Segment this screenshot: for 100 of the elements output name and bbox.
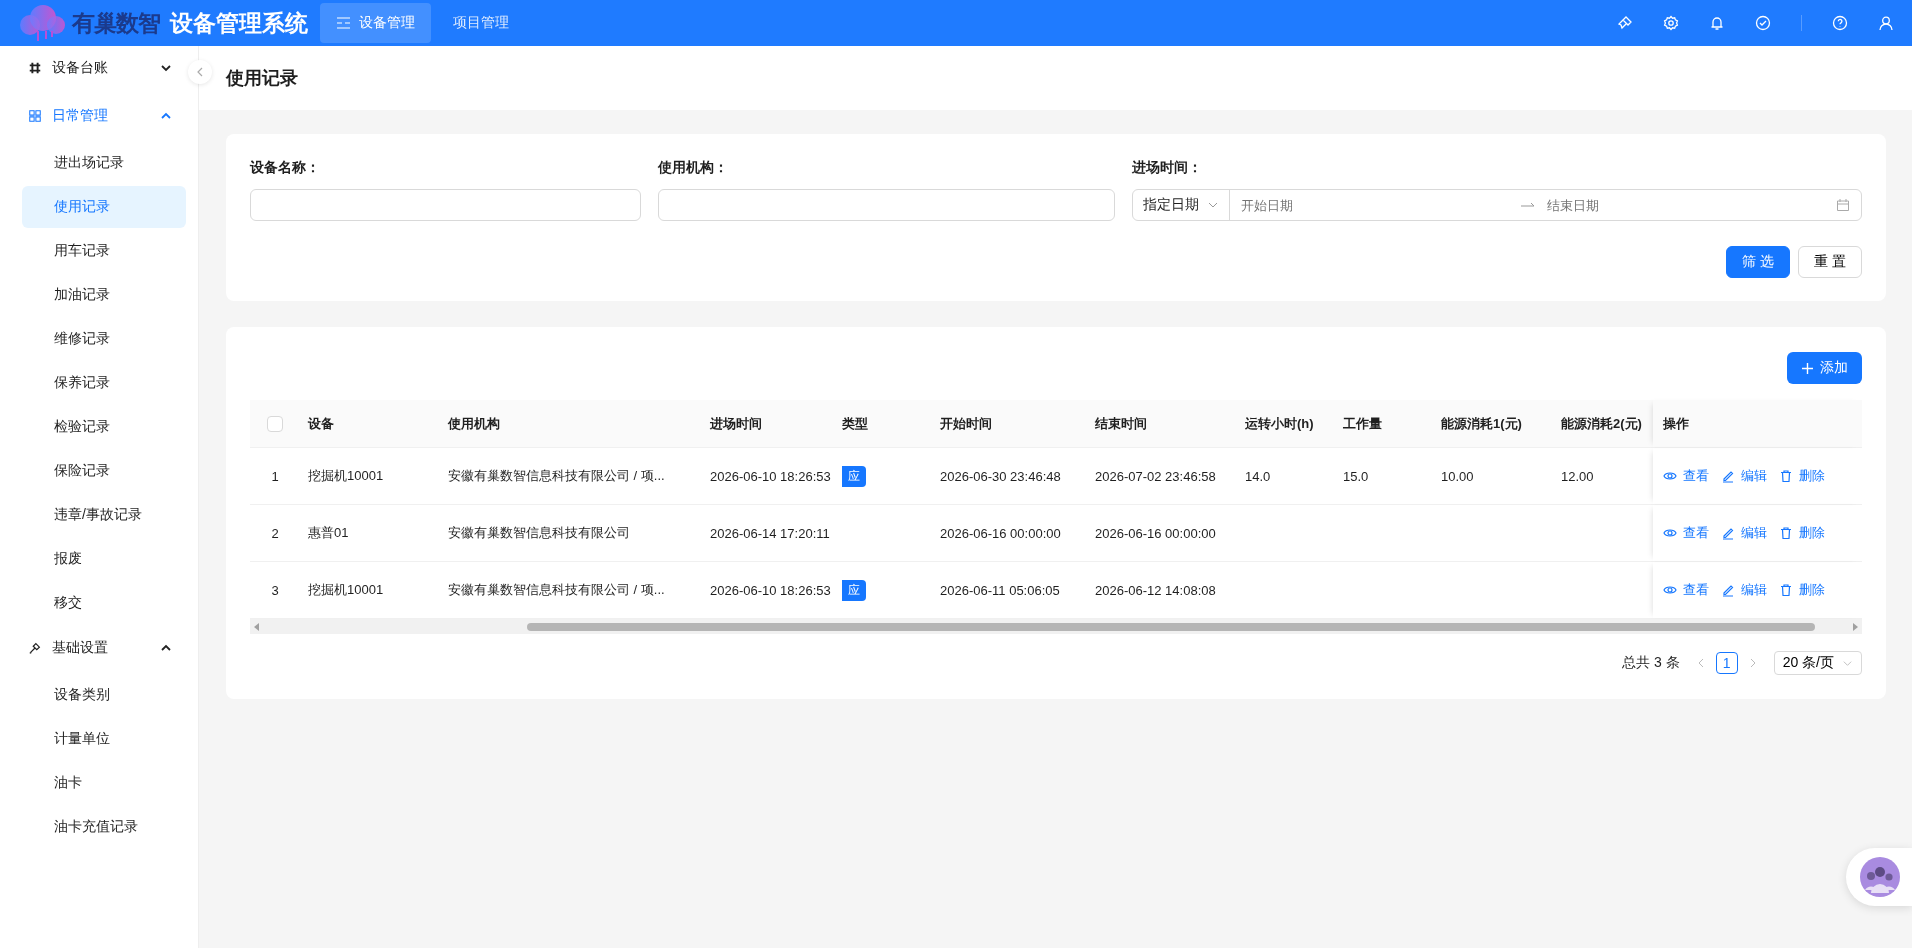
menu-item[interactable]: 保险记录 — [22, 450, 186, 492]
table-cell: 2026-07-02 23:46:58 — [1095, 468, 1216, 484]
field-label: 使用机构： — [657, 159, 729, 177]
filter-button[interactable]: 筛 选 — [1726, 246, 1791, 278]
table-cell: 2026-06-10 18:26:53 — [710, 468, 831, 484]
logo-text: 有巢数智 — [72, 8, 160, 38]
delete-link[interactable]: 删除 — [1779, 581, 1825, 599]
people-icon — [1860, 857, 1900, 897]
edit-link[interactable]: 编辑 — [1721, 581, 1767, 599]
check-circle-icon[interactable] — [1755, 15, 1771, 31]
field-label: 进场时间： — [1132, 159, 1204, 177]
menu-item[interactable]: 检验记录 — [22, 406, 186, 448]
menu-item[interactable]: 计量单位 — [22, 718, 186, 760]
user-icon[interactable] — [1878, 15, 1894, 31]
table-cell: 2026-06-30 23:46:48 — [940, 468, 1061, 484]
table-cell: 2026-06-16 00:00:00 — [940, 525, 1061, 541]
input-field[interactable] — [657, 189, 1116, 221]
trash-icon — [1779, 526, 1793, 540]
table-cell: 安徽有巢数智信息科技有限公司 / 项... — [448, 581, 665, 599]
row-number: 1 — [271, 468, 279, 484]
settings-icon[interactable] — [1663, 15, 1679, 31]
table-cell: 挖掘机10001 — [308, 581, 384, 599]
table-cell: 2026-06-11 05:06:05 — [940, 582, 1060, 598]
page-title: 使用记录 — [226, 67, 298, 90]
menu-item[interactable]: 移交 — [22, 582, 186, 624]
table-cell: 2026-06-10 18:26:53 — [710, 582, 831, 598]
type-tag: 应 — [842, 579, 866, 601]
column-header: 开始时间 — [940, 414, 992, 433]
delete-link[interactable]: 删除 — [1779, 524, 1825, 542]
pencil-icon — [1721, 469, 1735, 483]
reset-button[interactable]: 重 置 — [1798, 246, 1862, 278]
date-range-picker[interactable]: 指定日期 开始日期 结束日期 — [1132, 189, 1862, 221]
input-field[interactable] — [250, 189, 641, 221]
wrench-icon — [28, 641, 42, 655]
column-header: 能源消耗1(元) — [1441, 414, 1522, 433]
menu-item[interactable]: 进出场记录 — [22, 142, 186, 184]
field-label: 设备名称： — [250, 159, 321, 177]
chevron-icon[interactable] — [160, 62, 172, 74]
trash-icon — [1779, 583, 1793, 597]
column-header: 进场时间 — [710, 414, 762, 433]
table-cell: 惠普01 — [308, 524, 349, 542]
checkbox[interactable] — [267, 415, 283, 432]
menu-item[interactable]: 油卡 — [22, 762, 186, 804]
menu-item[interactable]: 违章/事故记录 — [22, 494, 186, 536]
view-link[interactable]: 查看 — [1663, 581, 1709, 599]
menu-group[interactable]: 基础设置 — [52, 639, 150, 657]
chevron-left-icon — [196, 67, 204, 77]
help-icon[interactable] — [1832, 15, 1848, 31]
type-tag: 应 — [842, 465, 866, 487]
table-cell: 12.00 — [1561, 468, 1594, 484]
table-cell: 14.0 — [1245, 468, 1271, 484]
table-cell: 10.00 — [1441, 468, 1474, 484]
delete-link[interactable]: 删除 — [1779, 467, 1825, 485]
menu-item[interactable]: 加油记录 — [22, 274, 186, 316]
menu-group[interactable]: 设备台账 — [52, 59, 150, 77]
eye-icon — [1663, 469, 1677, 483]
calendar-icon[interactable] — [1836, 198, 1850, 212]
page-size-select[interactable]: 20 条/页 — [1773, 651, 1862, 675]
pencil-icon — [1721, 526, 1735, 540]
eye-icon — [1663, 583, 1677, 597]
table-cell: 2026-06-16 00:00:00 — [1095, 525, 1216, 541]
horizontal-scrollbar[interactable] — [250, 619, 1862, 634]
menu-item[interactable]: 用车记录 — [22, 230, 186, 272]
column-header: 使用机构 — [448, 414, 500, 433]
total-count: 总共 3 条 — [1622, 654, 1680, 672]
table-cell: 15.0 — [1343, 468, 1369, 484]
table-cell: 挖掘机10001 — [308, 467, 384, 485]
menu-item[interactable]: 保养记录 — [22, 362, 186, 404]
row-number: 3 — [271, 582, 279, 598]
column-header: 类型 — [842, 414, 868, 433]
view-link[interactable]: 查看 — [1663, 467, 1709, 485]
menu-item[interactable]: 使用记录 — [22, 186, 186, 228]
column-header: 能源消耗2(元) — [1561, 414, 1642, 433]
menu-item[interactable]: 设备类别 — [22, 674, 186, 716]
menu-item[interactable]: 报废 — [22, 538, 186, 580]
assistant-button[interactable] — [1846, 848, 1912, 906]
menu-group[interactable]: 日常管理 — [52, 107, 150, 125]
page-button[interactable]: 1 — [1715, 652, 1738, 674]
column-header: 设备 — [308, 414, 334, 433]
brush-icon[interactable] — [1617, 15, 1633, 31]
edit-link[interactable]: 编辑 — [1721, 524, 1767, 542]
table-cell: 2026-06-14 17:20:11 — [710, 525, 830, 541]
column-header: 操作 — [1663, 414, 1689, 433]
table-cell: 安徽有巢数智信息科技有限公司 / 项... — [448, 467, 665, 485]
grid-icon — [28, 109, 42, 123]
add-button[interactable]: 添加 — [1787, 352, 1862, 384]
column-header: 运转小时(h) — [1245, 414, 1314, 433]
menu-item[interactable]: 维修记录 — [22, 318, 186, 360]
hash-icon — [28, 61, 42, 75]
table-cell: 安徽有巢数智信息科技有限公司 — [448, 524, 630, 542]
app-title: 设备管理系统 — [170, 8, 308, 38]
trash-icon — [1779, 469, 1793, 483]
list-icon — [336, 17, 351, 29]
view-link[interactable]: 查看 — [1663, 524, 1709, 542]
bell-icon[interactable] — [1709, 15, 1725, 31]
row-number: 2 — [271, 525, 279, 541]
edit-link[interactable]: 编辑 — [1721, 467, 1767, 485]
column-header: 结束时间 — [1095, 414, 1147, 433]
menu-item[interactable]: 油卡充值记录 — [22, 806, 186, 848]
plus-icon — [1801, 361, 1814, 375]
